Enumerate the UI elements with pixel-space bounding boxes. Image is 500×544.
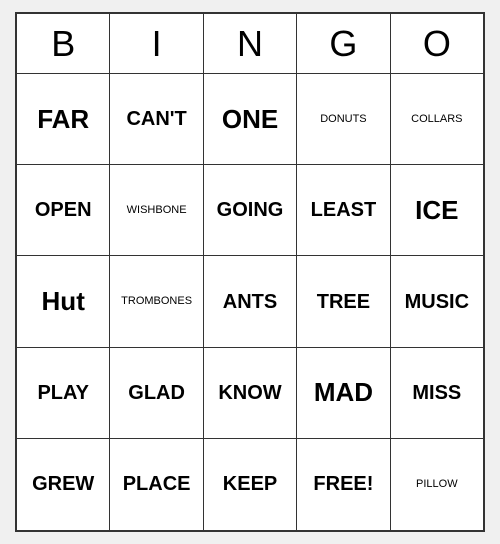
bingo-cell: MAD	[297, 348, 390, 439]
cell-text: PILLOW	[416, 478, 458, 491]
cell-text: KNOW	[218, 381, 281, 405]
header-letter-g: G	[297, 14, 390, 74]
cell-text: LEAST	[311, 198, 377, 222]
bingo-cell: GOING	[204, 165, 297, 256]
cell-text: DONUTS	[320, 113, 366, 126]
cell-text: FAR	[37, 104, 89, 135]
bingo-cell: FAR	[17, 74, 110, 165]
bingo-cell: TREE	[297, 256, 390, 347]
cell-text: COLLARS	[411, 113, 462, 126]
cell-text: ANTS	[223, 290, 277, 314]
cell-text: TREE	[317, 290, 370, 314]
bingo-cell: MUSIC	[391, 256, 483, 347]
bingo-body: FAR CAN'T ONE DONUTS COLLARS OPEN WISHBONE GOIN…	[17, 74, 483, 530]
cell-text: OPEN	[35, 198, 92, 222]
bingo-cell: WISHBONE	[110, 165, 203, 256]
bingo-cell: ANTS	[204, 256, 297, 347]
bingo-cell: OPEN	[17, 165, 110, 256]
bingo-row: Hut TROMBONES ANTS TREE MUSIC	[17, 256, 483, 347]
cell-text: Hut	[42, 286, 85, 317]
cell-text: ONE	[222, 104, 278, 135]
bingo-cell: Hut	[17, 256, 110, 347]
header-letter-b: B	[17, 14, 110, 74]
bingo-cell: GLAD	[110, 348, 203, 439]
cell-text: TROMBONES	[121, 295, 192, 308]
bingo-row: OPEN WISHBONE GOING LEAST ICE	[17, 165, 483, 256]
cell-text: GREW	[32, 472, 94, 496]
bingo-cell: KNOW	[204, 348, 297, 439]
header-letter-n: N	[204, 14, 297, 74]
bingo-cell: MISS	[391, 348, 483, 439]
cell-text: PLACE	[123, 472, 191, 496]
bingo-cell: ICE	[391, 165, 483, 256]
bingo-cell: ONE	[204, 74, 297, 165]
cell-text: CAN'T	[126, 107, 186, 131]
cell-text: GOING	[217, 198, 284, 222]
bingo-row: FAR CAN'T ONE DONUTS COLLARS	[17, 74, 483, 165]
cell-text: GLAD	[128, 381, 185, 405]
bingo-cell: KEEP	[204, 439, 297, 530]
bingo-cell: FREE!	[297, 439, 390, 530]
cell-text: KEEP	[223, 472, 277, 496]
bingo-row: PLAY GLAD KNOW MAD MISS	[17, 348, 483, 439]
cell-text: WISHBONE	[127, 204, 187, 217]
bingo-card: BINGO FAR CAN'T ONE DONUTS COLLARS OPEN WISHBO…	[15, 12, 485, 532]
header-letter-i: I	[110, 14, 203, 74]
cell-text: PLAY	[37, 381, 89, 405]
bingo-cell: LEAST	[297, 165, 390, 256]
cell-text: MUSIC	[405, 290, 469, 314]
bingo-cell: GREW	[17, 439, 110, 530]
bingo-cell: DONUTS	[297, 74, 390, 165]
bingo-cell: COLLARS	[391, 74, 483, 165]
bingo-row: GREW PLACE KEEP FREE! PILLOW	[17, 439, 483, 530]
bingo-header: BINGO	[17, 14, 483, 74]
cell-text: FREE!	[313, 472, 373, 496]
bingo-cell: TROMBONES	[110, 256, 203, 347]
cell-text: MAD	[314, 377, 373, 408]
cell-text: MISS	[412, 381, 461, 405]
bingo-cell: PLACE	[110, 439, 203, 530]
header-letter-o: O	[391, 14, 483, 74]
bingo-cell: PILLOW	[391, 439, 483, 530]
bingo-cell: CAN'T	[110, 74, 203, 165]
cell-text: ICE	[415, 195, 458, 226]
bingo-cell: PLAY	[17, 348, 110, 439]
